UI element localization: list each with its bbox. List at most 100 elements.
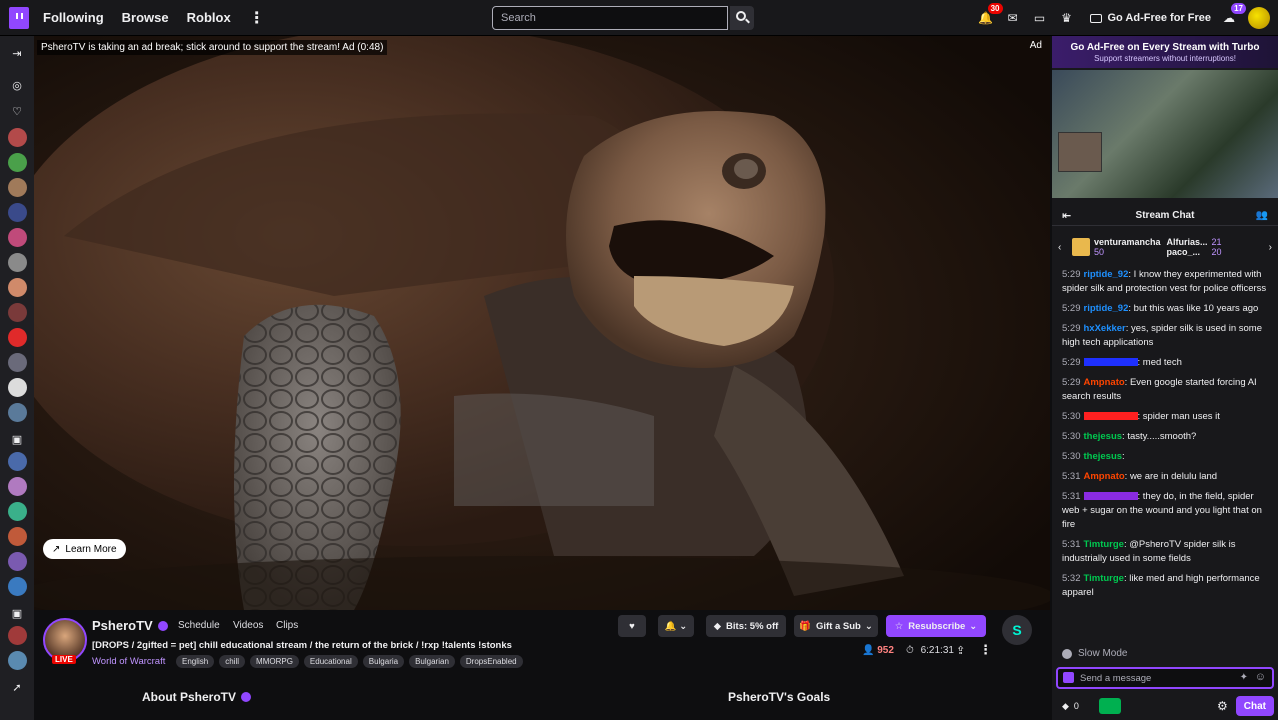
gift-leader-name: venturamancha — [1094, 237, 1161, 247]
chat-message: 5:30 thejesus: tasty.....smooth? — [1062, 430, 1272, 444]
prime-icon[interactable]: ☁ 17 — [1220, 3, 1246, 27]
nav-browse[interactable]: Browse — [122, 10, 169, 25]
notifications-icon[interactable]: 🔔 30 — [977, 3, 1003, 27]
user-avatar[interactable] — [1248, 7, 1270, 29]
sidebar-channel-avatar[interactable] — [7, 203, 27, 222]
followed-heart-icon[interactable]: ♡ — [10, 104, 24, 118]
sidebar-channel-avatar[interactable] — [7, 228, 27, 247]
sidebar-channel-avatar[interactable] — [7, 477, 27, 496]
message-username[interactable] — [1083, 358, 1138, 367]
arrow-icon[interactable]: ➚ — [10, 680, 24, 694]
sidebar-channel-avatar[interactable] — [7, 178, 27, 197]
twitch-logo-icon[interactable] — [9, 6, 29, 29]
bits-icon[interactable]: ✦ — [1240, 672, 1248, 683]
sidebar-channel-avatar[interactable] — [7, 626, 27, 645]
sidebar-channel-avatar[interactable] — [7, 303, 27, 322]
bits-button[interactable]: ◆ Bits: 5% off — [706, 615, 786, 637]
about-title: About PsheroTV — [142, 690, 237, 704]
collapse-chat-icon[interactable]: ⇤ — [1062, 209, 1071, 222]
settings-icon[interactable]: ⚙ — [1217, 699, 1228, 713]
tag[interactable]: English — [176, 655, 215, 668]
follow-button[interactable]: ♥ — [618, 615, 646, 637]
notification-bell-button[interactable]: 🔔 ⌄ — [658, 615, 694, 637]
tag[interactable]: DropsEnabled — [459, 655, 523, 668]
message-username[interactable]: thejesus — [1084, 451, 1123, 462]
points-reward-icon[interactable] — [1098, 698, 1121, 714]
nav-following[interactable]: Following — [43, 10, 104, 25]
sidebar-channel-avatar[interactable] — [7, 128, 27, 147]
tab-videos[interactable]: Videos — [233, 620, 263, 631]
message-username[interactable]: thejesus — [1084, 431, 1123, 442]
sidebar-channel-avatar[interactable] — [7, 378, 27, 397]
chat-badge-icon[interactable] — [1063, 672, 1074, 683]
message-username[interactable] — [1083, 412, 1138, 421]
message-text: : tasty.....smooth? — [1122, 431, 1197, 442]
viewer-count-text: 952 — [877, 645, 894, 656]
resubscribe-button[interactable]: ☆ Resubscribe ⌄ — [886, 615, 986, 637]
message-username[interactable]: hxXekker — [1084, 323, 1126, 334]
gift-leader-count: 21 — [1211, 237, 1222, 247]
more-options-icon[interactable]: ⋮ — [979, 642, 992, 658]
sidebar-channel-avatar[interactable] — [7, 278, 27, 297]
channel-points-icon[interactable]: ◆ — [1062, 701, 1069, 712]
sidebar-channel-avatar[interactable] — [7, 452, 27, 471]
chat-message: 5:29 riptide_92: but this was like 10 yea… — [1062, 302, 1272, 316]
extension-icon[interactable]: S — [1002, 615, 1032, 645]
channel-name[interactable]: PsheroTV — [92, 618, 168, 633]
chevron-right-icon[interactable]: › — [1269, 242, 1272, 253]
sidebar-channel-avatar[interactable] — [7, 153, 27, 172]
expand-sidebar-icon[interactable]: ⇥ — [10, 46, 24, 60]
nav-roblox[interactable]: Roblox — [187, 10, 231, 25]
video-player[interactable]: PsheroTV is taking an ad break; stick ar… — [34, 36, 1050, 610]
sidebar-channel-avatar[interactable] — [7, 577, 27, 596]
sidebar-channel-avatar[interactable] — [7, 328, 27, 347]
users-icon[interactable]: 👥 — [1256, 210, 1268, 221]
go-ad-free-button[interactable]: Go Ad-Free for Free — [1089, 12, 1211, 24]
whispers-icon[interactable]: ▭ — [1031, 9, 1049, 27]
message-username[interactable]: Timturge — [1084, 539, 1124, 550]
sidebar-channel-avatar[interactable] — [7, 253, 27, 272]
recommended-icon[interactable]: ◎ — [10, 78, 24, 92]
chat-input[interactable]: Send a message ✦ ☺ — [1056, 667, 1274, 689]
learn-more-button[interactable]: ↗ Learn More — [43, 539, 126, 559]
camera-icon[interactable]: ▣ — [10, 432, 24, 446]
preview-thumbnail[interactable] — [1052, 70, 1278, 198]
tag[interactable]: MMORPG — [250, 655, 299, 668]
game-link[interactable]: World of Warcraft — [92, 656, 165, 667]
chat-send-button[interactable]: Chat — [1235, 696, 1274, 716]
tag[interactable]: chill — [219, 655, 246, 668]
share-icon[interactable]: ⇪ — [956, 644, 965, 657]
sidebar-channel-avatar[interactable] — [7, 527, 27, 546]
tag[interactable]: Bulgarian — [409, 655, 455, 668]
clock-icon: ⏱ — [906, 645, 914, 656]
gift-sub-button[interactable]: 🎁 Gift a Sub ⌄ — [794, 615, 878, 637]
tortoise-video-frame — [34, 36, 1050, 610]
chat-message: 5:30 thejesus: — [1062, 450, 1272, 464]
chat-message: 5:29: med tech — [1062, 356, 1272, 370]
tab-schedule[interactable]: Schedule — [178, 620, 220, 631]
message-username[interactable]: Ampnato — [1084, 377, 1125, 388]
sidebar-channel-avatar[interactable] — [7, 403, 27, 422]
message-username[interactable]: riptide_92 — [1084, 303, 1129, 314]
search-input[interactable] — [492, 6, 728, 30]
sidebar-channel-avatar[interactable] — [7, 502, 27, 521]
message-username[interactable]: Timturge — [1084, 573, 1124, 584]
sidebar-channel-avatar[interactable] — [7, 552, 27, 571]
message-username[interactable]: Ampnato — [1084, 471, 1125, 482]
sidebar-channel-avatar[interactable] — [7, 353, 27, 372]
turbo-banner[interactable]: Go Ad-Free on Every Stream with Turbo Su… — [1052, 36, 1278, 68]
chevron-left-icon[interactable]: ‹ — [1058, 242, 1061, 253]
message-username[interactable] — [1083, 492, 1138, 501]
message-username[interactable]: riptide_92 — [1084, 269, 1129, 280]
search-button[interactable] — [730, 6, 754, 30]
external-link-icon: ↗ — [52, 543, 61, 555]
crown-icon[interactable]: ♛ — [1058, 9, 1076, 27]
sidebar-channel-avatar[interactable] — [7, 651, 27, 670]
camera-icon[interactable]: ▣ — [10, 606, 24, 620]
more-options-icon[interactable]: ⋮ — [249, 8, 265, 28]
tag[interactable]: Bulgaria — [362, 655, 405, 668]
inbox-icon[interactable]: ✉ — [1004, 9, 1022, 27]
tag[interactable]: Educational — [303, 655, 358, 668]
emote-icon[interactable]: ☺ — [1255, 671, 1266, 683]
tab-clips[interactable]: Clips — [276, 620, 298, 631]
